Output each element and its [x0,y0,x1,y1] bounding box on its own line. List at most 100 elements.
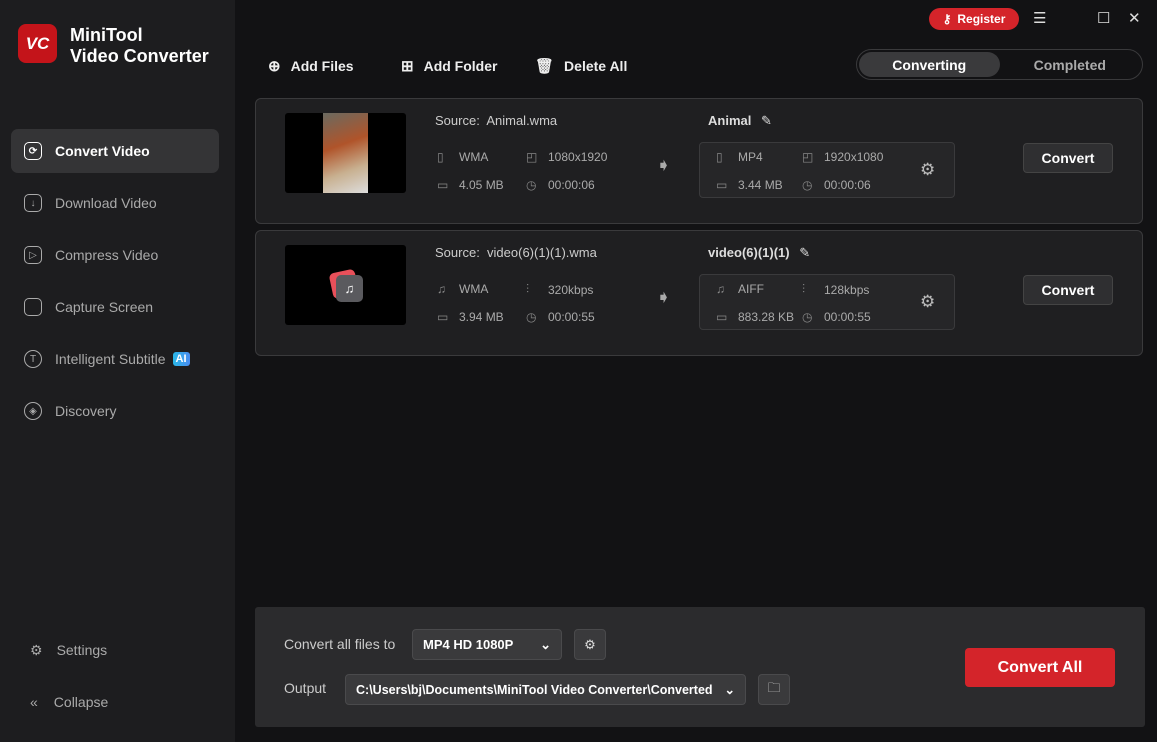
camera-icon [24,298,42,316]
sidebar: VC MiniTool Video Converter ⟳ Convert Vide… [0,0,235,742]
app-name: MiniTool Video Converter [70,25,209,67]
folder-icon: ▭ [716,178,728,192]
register-button[interactable]: ⚷ Register [929,8,1019,30]
open-folder-button[interactable]: 🗀 [758,674,790,705]
audio-thumbnail[interactable]: ♫ [285,245,406,325]
resolution-icon: ◰ [526,150,538,164]
sidebar-item-compress-video[interactable]: ▷ Compress Video [11,233,219,277]
source-bitrate: ⫶ 320kbps [526,282,594,297]
register-label: Register [957,12,1006,26]
clock-icon: ◷ [802,310,813,324]
key-icon: ⚷ [942,12,952,26]
target-format-box[interactable]: ▯ MP4 ◰ 1920x1080 ▭ 3.44 MB ◷ 00:00:06 ⚙ [699,142,955,198]
output-path-value: C:\Users\bj\Documents\MiniTool Video Con… [356,682,713,697]
source-size: ▭ 3.94 MB [437,310,504,324]
gear-icon: ⚙ [584,636,596,652]
waveform-icon: ⫶ [802,282,806,296]
source-name: Source: Animal.wma [435,113,558,128]
target-name: video(6)(1)(1) ✎ [708,245,811,260]
music-icon: ♫ [336,275,363,302]
sidebar-item-capture-screen[interactable]: Capture Screen [11,285,219,329]
source-resolution: ◰ 1080x1920 [526,150,608,164]
folder-icon: ▭ [716,310,728,324]
video-thumbnail[interactable] [285,113,406,193]
sidebar-item-label: Download Video [55,195,157,211]
source-format: ▯ WMA [437,150,489,164]
resolution-icon: ◰ [802,150,814,164]
tab-converting[interactable]: Converting [859,52,1000,77]
source-duration: ◷ 00:00:55 [526,310,595,324]
compress-icon: ▷ [24,246,42,264]
convert-button[interactable]: Convert [1023,143,1113,173]
sidebar-item-discovery[interactable]: ◈ Discovery [11,389,219,433]
add-folder-label: Add Folder [423,58,498,74]
folder-icon: ▭ [437,310,449,324]
source-name: Source: video(6)(1)(1).wma [435,245,597,260]
convert-all-button[interactable]: Convert All [965,648,1115,687]
output-path-select[interactable]: C:\Users\bj\Documents\MiniTool Video Con… [345,674,746,705]
sidebar-item-intelligent-subtitle[interactable]: T Intelligent Subtitle AI [11,337,219,381]
delete-all-button[interactable]: 🗑 Delete All [535,57,627,75]
file-item: Source: Animal.wma ▯ WMA ◰ 1080x1920 ▭ 4.05… [255,98,1143,224]
arrow-right-icon: ➧ [656,155,672,175]
add-folder-icon: ⊞ [401,58,414,75]
convert-icon: ⟳ [24,142,42,160]
file-settings-icon[interactable]: ⚙ [920,160,935,180]
settings-label: Settings [56,642,108,658]
bottom-panel: Convert all files to MP4 HD 1080P ⌄ ⚙ Out… [255,607,1145,727]
source-size: ▭ 4.05 MB [437,178,504,192]
target-format: ♫ AIFF [716,282,764,296]
format-value: MP4 HD 1080P [423,637,514,652]
sidebar-item-download-video[interactable]: ↓ Download Video [11,181,219,225]
source-duration: ◷ 00:00:06 [526,178,595,192]
arrow-right-icon: ➧ [656,287,672,307]
trash-icon: 🗑 [535,58,555,75]
menu-icon[interactable]: ☰ [1033,9,1046,27]
chevron-left-icon: « [30,694,38,710]
sidebar-item-label: Convert Video [55,143,150,159]
app-name-line1: MiniTool [70,25,143,45]
format-settings-button[interactable]: ⚙ [574,629,606,660]
collapse-label: Collapse [53,694,109,710]
target-duration: ◷ 00:00:06 [802,178,871,192]
target-resolution: ◰ 1920x1080 [802,150,884,164]
status-tabs: Converting Completed [856,49,1143,80]
music-note-icon: ♫ [437,282,446,296]
add-files-button[interactable]: ⊕ Add Files [268,57,354,75]
clock-icon: ◷ [802,178,813,192]
folder-icon: ▭ [437,178,449,192]
edit-icon[interactable]: ✎ [799,245,810,260]
sidebar-item-label: Compress Video [55,247,159,263]
gear-icon: ⚙ [30,641,43,658]
file-item: ♫ Source: video(6)(1)(1).wma ♫ WMA ⫶ 320kb… [255,230,1143,356]
subtitle-icon: T [24,350,42,368]
edit-icon[interactable]: ✎ [761,113,772,128]
target-format-box[interactable]: ♫ AIFF ⫶ 128kbps ▭ 883.28 KB ◷ 00:00:55 ⚙ [699,274,955,330]
convert-button[interactable]: Convert [1023,275,1113,305]
clock-icon: ◷ [526,310,537,324]
compass-icon: ◈ [24,402,42,420]
ai-badge: AI [172,352,190,366]
close-icon[interactable]: ✕ [1128,9,1141,27]
clock-icon: ◷ [526,178,537,192]
music-note-icon: ♫ [716,282,725,296]
target-bitrate: ⫶ 128kbps [802,282,870,297]
sidebar-item-label: Intelligent Subtitle [55,351,166,367]
maximize-icon[interactable]: ☐ [1097,9,1110,27]
add-folder-button[interactable]: ⊞ Add Folder [401,57,497,75]
target-size: ▭ 883.28 KB [716,310,795,324]
add-files-label: Add Files [290,58,354,74]
settings-button[interactable]: ⚙ Settings [17,628,225,672]
download-icon: ↓ [24,194,42,212]
collapse-button[interactable]: « Collapse [17,680,225,724]
app-logo: VC [18,24,57,63]
chevron-down-icon: ⌄ [724,683,735,697]
target-size: ▭ 3.44 MB [716,178,783,192]
target-format: ▯ MP4 [716,150,763,164]
target-duration: ◷ 00:00:55 [802,310,871,324]
file-settings-icon[interactable]: ⚙ [920,292,935,312]
format-select[interactable]: MP4 HD 1080P ⌄ [412,629,562,660]
tab-completed[interactable]: Completed [1000,52,1141,77]
sidebar-item-label: Capture Screen [55,299,154,315]
sidebar-item-convert-video[interactable]: ⟳ Convert Video [11,129,219,173]
